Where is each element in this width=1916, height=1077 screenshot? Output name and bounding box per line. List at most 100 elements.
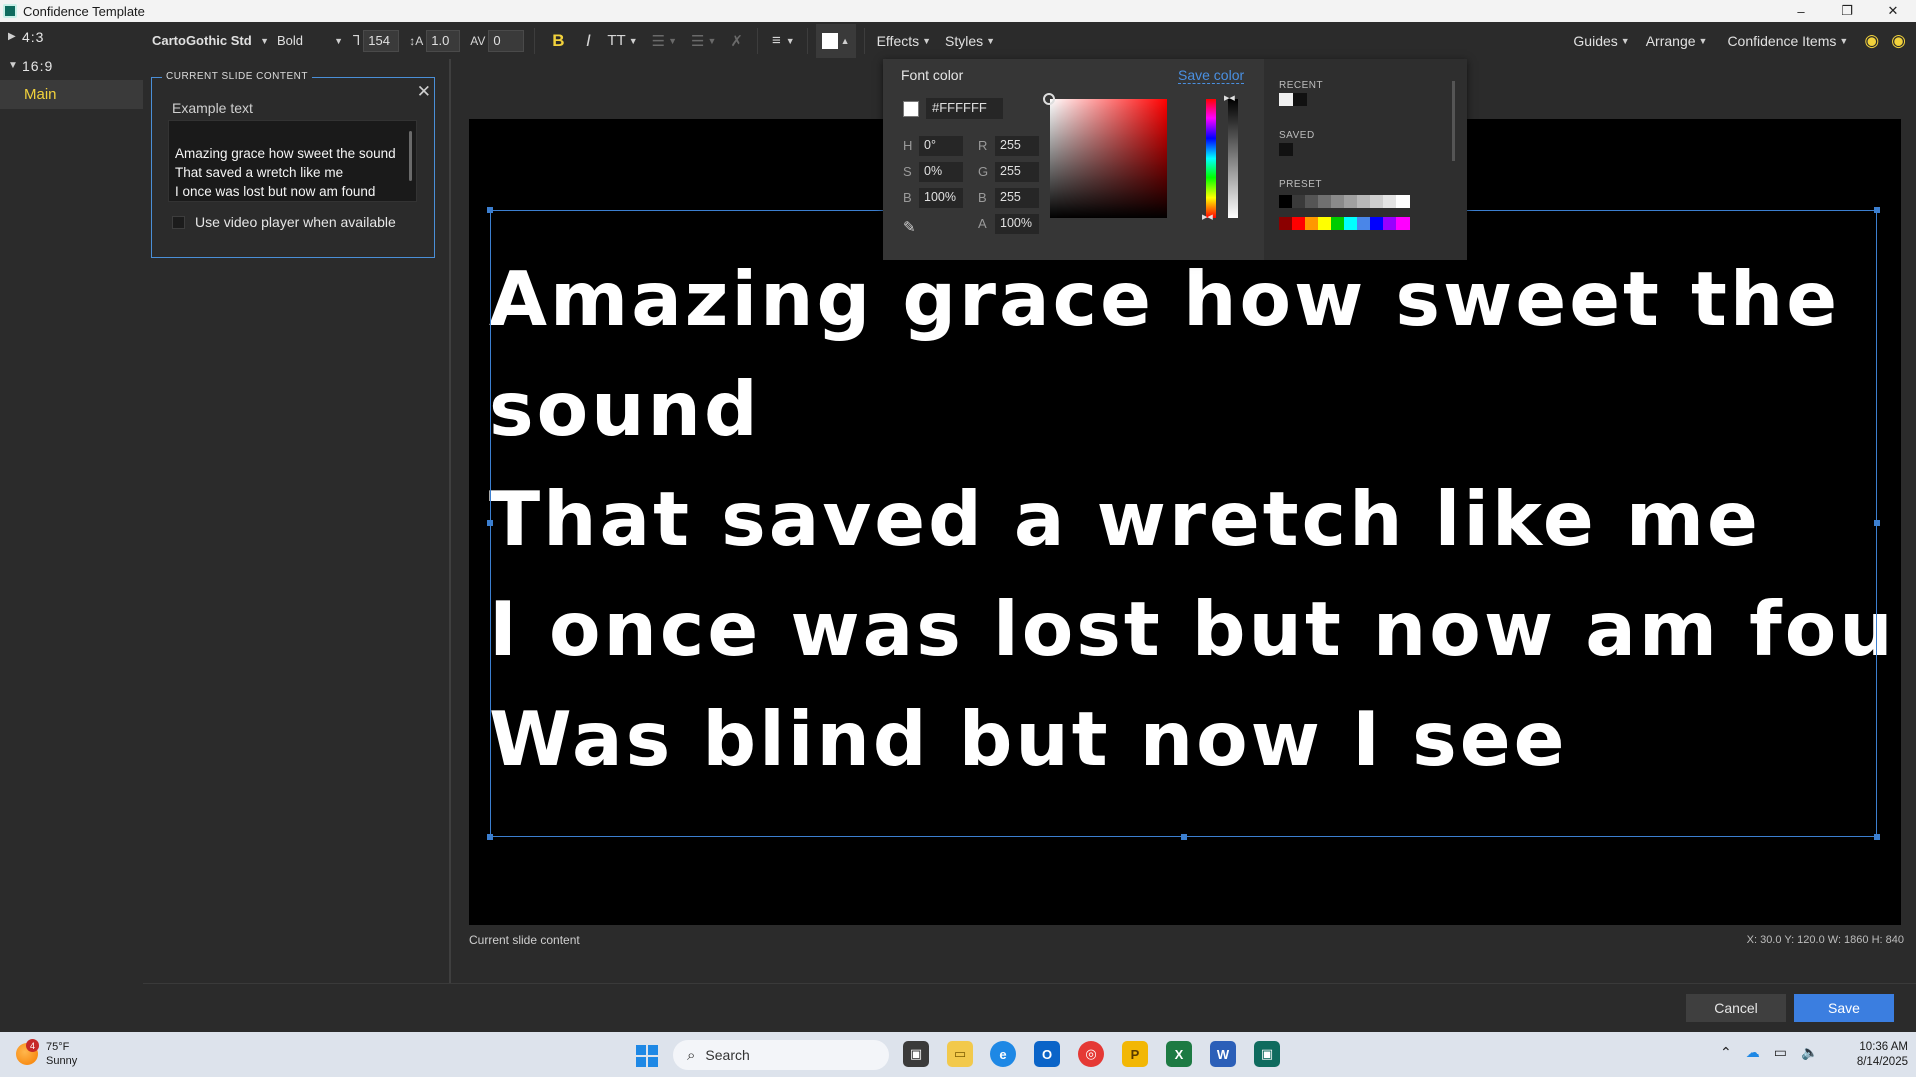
live-eye-icon[interactable]: ◉ [1891,31,1906,51]
save-color-link[interactable]: Save color [1178,67,1245,84]
italic-button[interactable]: I [577,31,599,51]
alpha-slider-arrow-icon[interactable]: ▶◀ [1224,94,1235,102]
expand-caret-icon[interactable]: ▶ [8,31,22,42]
preset-gray-swatch[interactable] [1396,195,1410,208]
preset-color-swatch[interactable] [1331,217,1345,230]
confidence-app-icon[interactable]: ▣ [1254,1041,1280,1067]
excel-icon[interactable]: X [1166,1041,1192,1067]
video-player-checkbox[interactable] [172,215,185,229]
hue-slider[interactable] [1206,99,1216,218]
preset-gray-swatch[interactable] [1318,195,1332,208]
styles-menu[interactable]: Styles ▼ [945,33,995,49]
text-selection-frame[interactable] [487,207,1880,840]
tree-item-16-9[interactable]: ▼ 16:9 [0,51,143,80]
saturation-brightness-square[interactable] [1050,99,1167,218]
textarea-scrollbar[interactable] [409,131,412,181]
preset-color-swatch[interactable] [1370,217,1384,230]
preset-gray-swatch[interactable] [1344,195,1358,208]
resize-handle[interactable] [1874,834,1880,840]
eyedropper-icon[interactable]: ✎ [903,218,916,236]
taskbar-search[interactable]: ⌕ Search [673,1040,889,1070]
preset-color-swatch[interactable] [1279,217,1293,230]
resize-handle[interactable] [487,207,493,213]
line-spacing-input[interactable]: 1.0 [426,29,461,52]
list-button[interactable]: ☰ ▼ [652,32,677,50]
display-icon[interactable]: ▭ [1774,1044,1787,1061]
preset-gray-swatch[interactable] [1305,195,1319,208]
resize-handle[interactable] [487,834,493,840]
system-clock[interactable]: 10:36 AM 8/14/2025 [1838,1040,1908,1070]
volume-icon[interactable]: 🔈 [1801,1044,1818,1061]
chrome-icon[interactable]: ◎ [1078,1041,1104,1067]
char-spacing-input[interactable]: 0 [488,29,525,52]
preset-gray-swatch[interactable] [1357,195,1371,208]
preset-gray-swatch[interactable] [1279,195,1293,208]
font-color-button[interactable]: ▲ [815,23,856,58]
maximize-button[interactable]: ❐ [1824,0,1870,22]
clear-format-icon[interactable]: ✗ [730,32,743,50]
confidence-items-menu[interactable]: Confidence Items ▼ [1727,33,1848,49]
preset-color-swatch[interactable] [1305,217,1319,230]
resize-handle[interactable] [1874,207,1880,213]
indent-button[interactable]: ☰ ▼ [691,32,716,50]
preset-color-swatch[interactable] [1344,217,1358,230]
recent-color-swatch[interactable] [1293,93,1307,106]
align-button[interactable]: ≡ ▼ [772,32,795,49]
task-view-icon[interactable]: ▣ [903,1041,929,1067]
video-player-option[interactable]: Use video player when available [172,214,396,230]
onedrive-icon[interactable]: ☁ [1746,1044,1760,1061]
preview-eye-icon[interactable]: ◉ [1864,31,1879,51]
close-icon[interactable]: ✕ [417,82,431,102]
preset-color-swatch[interactable] [1318,217,1332,230]
blue-input[interactable]: 255 [995,188,1039,208]
minimize-button[interactable]: – [1778,0,1824,22]
text-case-button[interactable]: TT ▼ [607,32,637,49]
font-weight-select[interactable]: Bold ▼ [277,33,343,48]
hex-input[interactable]: #FFFFFF [926,98,1003,119]
weather-widget[interactable]: 4 75°F Sunny [16,1039,77,1068]
resize-handle[interactable] [1874,520,1880,526]
preset-gray-swatch[interactable] [1331,195,1345,208]
preset-gray-swatch[interactable] [1383,195,1397,208]
save-button[interactable]: Save [1794,994,1894,1022]
preset-color-swatch[interactable] [1396,217,1410,230]
resize-handle[interactable] [487,520,493,526]
hue-input[interactable]: 0° [919,136,963,156]
recent-color-swatch[interactable] [1279,93,1293,106]
tree-item-main[interactable]: Main [0,80,143,109]
guides-menu[interactable]: Guides ▼ [1573,33,1629,49]
bold-button[interactable]: B [547,31,569,51]
preset-color-swatch[interactable] [1383,217,1397,230]
tree-item-4-3[interactable]: ▶ 4:3 [0,22,143,51]
cancel-button[interactable]: Cancel [1686,994,1786,1022]
brightness-input[interactable]: 100% [919,188,963,208]
alpha-slider[interactable] [1228,99,1238,218]
lyrics-textarea[interactable]: Amazing grace how sweet the sound That s… [168,120,417,202]
font-family-select[interactable]: CartoGothic Std ▼ [152,33,269,48]
color-picker-handle[interactable] [1043,93,1055,105]
preset-color-swatch[interactable] [1357,217,1371,230]
close-window-button[interactable]: ✕ [1870,0,1916,22]
word-icon[interactable]: W [1210,1041,1236,1067]
chevron-up-icon[interactable]: ⌃ [1720,1044,1732,1061]
effects-menu[interactable]: Effects ▼ [877,33,931,49]
preset-color-swatch[interactable] [1292,217,1306,230]
file-explorer-icon[interactable]: ▭ [947,1041,973,1067]
saved-color-swatch[interactable] [1279,143,1293,156]
preset-gray-swatch[interactable] [1370,195,1384,208]
red-input[interactable]: 255 [995,136,1039,156]
outlook-icon[interactable]: O [1034,1041,1060,1067]
palette-scrollbar[interactable] [1452,81,1455,161]
collapse-caret-icon[interactable]: ▼ [8,60,22,71]
green-input[interactable]: 255 [995,162,1039,182]
saturation-input[interactable]: 0% [919,162,963,182]
start-button[interactable] [636,1045,658,1067]
arrange-menu[interactable]: Arrange ▼ [1646,33,1708,49]
resize-handle[interactable] [1181,834,1187,840]
preset-gray-swatch[interactable] [1292,195,1306,208]
alpha-input[interactable]: 100% [995,214,1039,234]
hue-slider-arrow-icon[interactable]: ▶◀ [1202,213,1213,221]
edge-icon[interactable]: e [990,1041,1016,1067]
font-size-input[interactable]: 154 [363,29,400,52]
presenter-icon[interactable]: P [1122,1041,1148,1067]
